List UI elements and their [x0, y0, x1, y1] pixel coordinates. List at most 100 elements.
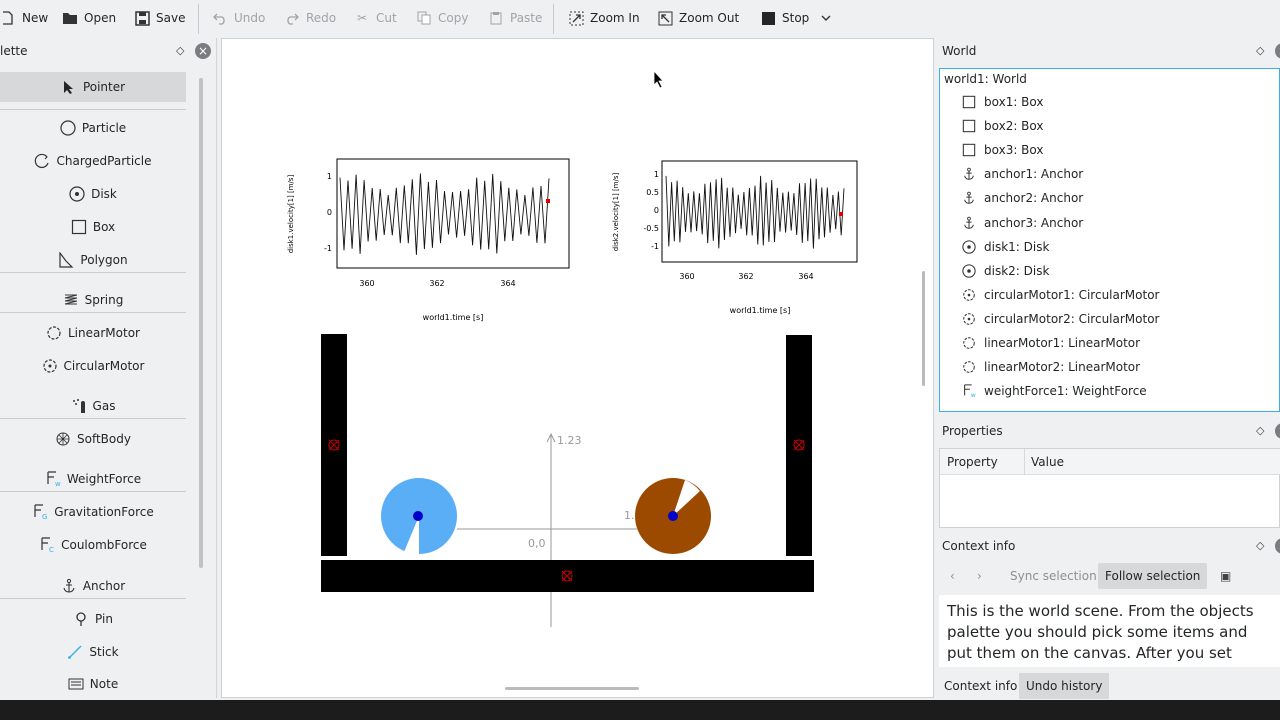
tab-context-info[interactable]: Context info	[937, 673, 1024, 699]
palette-item-circularmotor[interactable]: CircularMotor	[0, 351, 186, 381]
new-button[interactable]: New	[0, 8, 48, 28]
float-icon[interactable]: ◇	[1256, 539, 1264, 552]
palette-item-stick[interactable]: Stick	[0, 637, 186, 667]
graph-xlabel: world1.time [s]	[730, 306, 791, 315]
property-column-header[interactable]: Property	[947, 455, 998, 469]
tree-item-label: circularMotor1: CircularMotor	[984, 287, 1160, 302]
graph-current-point	[839, 212, 843, 216]
paste-button[interactable]: Paste	[488, 8, 542, 28]
axis-right-label: 1.	[624, 509, 635, 522]
tree-item-label: box2: Box	[984, 119, 1044, 134]
zoom-in-button[interactable]: Zoom In	[568, 8, 640, 28]
tree-item[interactable]: circularMotor1: CircularMotor	[962, 284, 1159, 306]
copy-button[interactable]: Copy	[416, 8, 468, 28]
palette-item-pin[interactable]: Pin	[0, 604, 186, 634]
right-dock-tabs: Context info Undo history	[937, 673, 1280, 699]
redo-icon	[284, 10, 300, 26]
graph-ylabel: disk2.velocity[1] [m/s]	[612, 172, 620, 251]
charged-particle-icon	[34, 153, 50, 169]
tree-item[interactable]: anchor1: Anchor	[962, 163, 1083, 185]
palette-item-label: SoftBody	[77, 432, 131, 446]
palette-item-anchor[interactable]: Anchor	[0, 571, 186, 601]
stop-label: Stop	[782, 11, 810, 25]
graph-xtick: 360	[679, 272, 694, 281]
taskbar	[0, 700, 1280, 720]
disk2[interactable]	[635, 478, 711, 554]
palette-title: lette	[0, 44, 28, 58]
world-title: World	[942, 44, 977, 58]
canvas-vertical-scrollbar[interactable]	[922, 271, 925, 386]
palette-scrollbar[interactable]	[199, 78, 203, 568]
tree-item[interactable]: box2: Box	[962, 115, 1044, 137]
redo-button[interactable]: Redo	[284, 8, 336, 28]
close-icon[interactable]: ×	[1275, 538, 1280, 554]
palette-item-chargedparticle[interactable]: ChargedParticle	[0, 146, 186, 176]
palette-item-coulombforce[interactable]: C CoulombForce	[0, 530, 186, 560]
folder-open-icon	[62, 10, 78, 26]
palette-item-particle[interactable]: Particle	[0, 113, 186, 143]
tree-item[interactable]: disk2: Disk	[962, 260, 1049, 282]
close-icon[interactable]: ×	[195, 43, 211, 59]
float-icon[interactable]: ◇	[1256, 44, 1264, 57]
float-icon[interactable]: ◇	[1256, 424, 1264, 437]
palette-item-box[interactable]: Box	[0, 212, 186, 242]
cut-button[interactable]: ✂ Cut	[354, 8, 397, 28]
tree-item[interactable]: disk1: Disk	[962, 236, 1049, 258]
tree-item[interactable]: w weightForce1: WeightForce	[962, 380, 1147, 402]
palette-item-disk[interactable]: Disk	[0, 179, 186, 209]
properties-table[interactable]: Property Value	[939, 448, 1280, 528]
tree-item-label: anchor2: Anchor	[984, 191, 1084, 206]
world-tree[interactable]: world1: World box1: Box box2: Box box3: Bo…	[939, 68, 1280, 412]
follow-selection-button[interactable]: Follow selection	[1098, 563, 1208, 589]
tree-item[interactable]: anchor2: Anchor	[962, 187, 1083, 209]
tree-root-world[interactable]: world1: World	[944, 72, 1027, 86]
undo-button[interactable]: Undo	[212, 8, 265, 28]
open-label: Open	[84, 11, 117, 25]
box-icon	[962, 95, 976, 109]
save-button[interactable]: Save	[134, 8, 185, 28]
graph-frame	[336, 158, 570, 269]
palette-item-gravitationforce[interactable]: G GravitationForce	[0, 497, 186, 527]
close-icon[interactable]: ×	[1275, 43, 1280, 59]
tree-item[interactable]: linearMotor2: LinearMotor	[962, 356, 1140, 378]
tab-undo-history[interactable]: Undo history	[1019, 673, 1110, 699]
tree-item[interactable]: linearMotor1: LinearMotor	[962, 332, 1140, 354]
zoom-out-button[interactable]: Zoom Out	[657, 8, 739, 28]
tree-item[interactable]: anchor3: Anchor	[962, 212, 1083, 234]
palette-item-softbody[interactable]: SoftBody	[0, 424, 186, 454]
palette-item-gas[interactable]: Gas	[0, 391, 186, 421]
close-icon[interactable]: ×	[1275, 423, 1280, 439]
palette-item-note[interactable]: Note	[0, 669, 186, 691]
sync-selection-button[interactable]: Sync selection	[1003, 563, 1104, 589]
palette-item-pointer[interactable]: Pointer	[0, 72, 186, 102]
disk1[interactable]	[381, 478, 457, 555]
tree-item[interactable]: box3: Box	[962, 139, 1044, 161]
palette-item-spring[interactable]: Spring	[0, 285, 186, 315]
open-button[interactable]: Open	[62, 8, 116, 28]
zoom-out-icon	[657, 10, 673, 26]
box-icon	[962, 143, 976, 157]
open-browser-icon[interactable]: ▣	[1213, 563, 1238, 589]
forward-icon[interactable]: ›	[970, 563, 989, 589]
world-canvas[interactable]: 1 0 -1 360 362 364 world1.time [s] disk1…	[221, 38, 934, 698]
stop-button[interactable]: Stop	[760, 8, 809, 28]
palette-item-polygon[interactable]: Polygon	[0, 245, 186, 275]
graph-xtick: 364	[500, 279, 515, 288]
disk-icon	[962, 264, 976, 278]
float-icon[interactable]: ◇	[176, 44, 184, 57]
graph-ytick: -0.5	[643, 224, 659, 233]
canvas-horizontal-scrollbar[interactable]	[505, 687, 639, 690]
graph-disk2[interactable]: 1 0.5 0 -0.5 -1 360 362 364 world1.time …	[612, 160, 858, 315]
value-column-header[interactable]: Value	[1031, 455, 1064, 469]
back-icon[interactable]: ‹	[943, 563, 962, 589]
palette-item-label: CircularMotor	[63, 359, 145, 373]
mouse-cursor-icon	[653, 69, 664, 89]
palette-item-weightforce[interactable]: w WeightForce	[0, 464, 186, 494]
tree-item[interactable]: box1: Box	[962, 91, 1044, 113]
save-icon	[134, 10, 150, 26]
weight-force-icon: w	[45, 471, 61, 487]
graph-disk1[interactable]: 1 0 -1 360 362 364 world1.time [s] disk1…	[287, 158, 570, 322]
palette-item-linearmotor[interactable]: LinearMotor	[0, 318, 186, 348]
stop-dropdown-button[interactable]	[818, 8, 834, 28]
tree-item[interactable]: circularMotor2: CircularMotor	[962, 308, 1159, 330]
